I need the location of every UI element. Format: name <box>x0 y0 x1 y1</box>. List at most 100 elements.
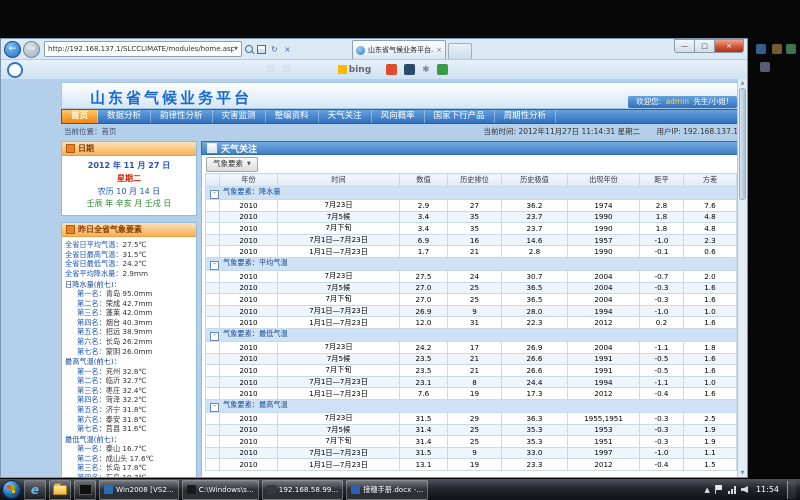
close-button[interactable]: × <box>715 39 744 53</box>
collapse-icon[interactable]: - <box>210 261 219 270</box>
table-row[interactable]: 20107月5候27.02536.52004-0.31.6 <box>206 282 737 294</box>
minimize-button[interactable]: — <box>674 39 695 53</box>
cell-1: 7月1日—7月23日 <box>278 376 400 388</box>
element-filter-button[interactable]: 气象要素 ▼ <box>206 157 258 172</box>
tray-up-icon[interactable]: ▲ <box>705 486 710 494</box>
column-header-5: 出现年份 <box>568 174 640 187</box>
network-icon[interactable] <box>728 486 736 494</box>
summary-line: 全省日平均气温：27.5℃ <box>65 240 193 250</box>
mail-icon-2[interactable]: ✉ <box>282 64 290 75</box>
gear-icon[interactable]: ✱ <box>422 65 430 75</box>
speaker-icon[interactable] <box>741 486 748 493</box>
mail-icon[interactable]: ✉ <box>266 64 274 75</box>
table-row[interactable]: 20101月1日—7月23日13.11923.32012-0.41.5 <box>206 459 737 471</box>
tab-close-icon[interactable]: × <box>436 46 442 54</box>
nav-item-7[interactable]: 国家下行产品 <box>425 110 495 123</box>
collapse-icon[interactable]: - <box>210 332 219 341</box>
scroll-down-icon[interactable]: ▼ <box>738 470 747 476</box>
table-row[interactable]: 20107月23日24.21726.92004-1.11.8 <box>206 341 737 353</box>
address-dropdown-icon[interactable]: ▼ <box>234 46 238 52</box>
table-row[interactable]: 20107月下旬27.02536.52004-0.31.6 <box>206 294 737 306</box>
refresh-button[interactable]: ↻ <box>268 42 281 56</box>
nav-item-4[interactable]: 整编资料 <box>266 110 319 123</box>
cell-2: 23.5 <box>400 365 448 377</box>
desktop-shortcut-icon-4[interactable] <box>760 62 770 72</box>
start-button[interactable] <box>2 480 21 499</box>
table-row[interactable]: 20101月1日—7月23日1.7212.81990-0.10.6 <box>206 246 737 258</box>
table-row[interactable]: 20107月5候3.43523.719901.84.8 <box>206 211 737 223</box>
taskbar-button-3[interactable]: 接穗手册.docx -... <box>346 480 428 500</box>
weather-panel-body: 全省日平均气温：27.5℃全省日最高气温：31.5℃全省日最低气温：24.2℃全… <box>62 237 196 477</box>
address-bar[interactable]: http://192.168.137.1/SLCCLIMATE/modules/… <box>44 41 242 57</box>
table-row[interactable]: 20107月1日—7月23日31.5933.01997-1.01.1 <box>206 447 737 459</box>
new-tab-button[interactable] <box>448 43 472 59</box>
browser-tab-active[interactable]: 山东省气候业务平台... × <box>352 40 446 59</box>
url-text[interactable]: http://192.168.137.1/SLCCLIMATE/modules/… <box>48 45 234 53</box>
table-row[interactable]: 20107月23日2.92736.219742.87.6 <box>206 200 737 212</box>
desktop-shortcut-icon-1[interactable] <box>756 44 766 54</box>
taskbar-explorer-button[interactable] <box>49 480 71 500</box>
nav-item-6[interactable]: 风向概率 <box>372 110 425 123</box>
search-button[interactable] <box>242 42 255 56</box>
scroll-up-icon[interactable]: ▲ <box>738 80 747 86</box>
table-row[interactable]: 20107月下旬3.43523.719901.84.8 <box>206 223 737 235</box>
nav-item-3[interactable]: 灾害监测 <box>213 110 266 123</box>
taskbar-button-1[interactable]: C:\Windows\s... <box>182 480 259 500</box>
table-row[interactable]: 20107月5候31.42535.31953-0.31.9 <box>206 424 737 436</box>
rank-value: 成山头 17.6℃ <box>106 454 154 463</box>
table-row[interactable]: 20107月1日—7月23日26.9928.01994-1.01.0 <box>206 305 737 317</box>
app-icon-green[interactable] <box>437 64 448 75</box>
table-section-row[interactable]: -气象要素：最低气温 <box>206 328 737 341</box>
cell-6: 1.8 <box>640 223 684 235</box>
table-row[interactable]: 20107月1日—7月23日6.91614.61957-1.02.3 <box>206 234 737 246</box>
nav-item-2[interactable]: 韵律性分析 <box>151 110 213 123</box>
cell-7: 4.8 <box>684 223 737 235</box>
table-row[interactable]: 20101月1日—7月23日12.03122.320120.21.6 <box>206 317 737 329</box>
task-button-icon <box>267 485 276 494</box>
table-row[interactable]: 20107月23日27.52430.72004-0.72.0 <box>206 270 737 282</box>
page-scrollbar[interactable]: ▲ ▼ <box>737 79 747 477</box>
collapse-icon[interactable]: - <box>210 190 219 199</box>
cell-4: 14.6 <box>502 234 568 246</box>
bing-shortcut[interactable]: bing <box>338 65 371 75</box>
table-row[interactable]: 20101月1日—7月23日7.61917.32012-0.41.6 <box>206 388 737 400</box>
forward-button[interactable]: → <box>23 41 40 58</box>
row-lead-cell <box>206 211 220 223</box>
table-row[interactable]: 20107月23日31.52936.31955,1951-0.32.5 <box>206 412 737 424</box>
compatibility-button[interactable] <box>255 42 268 56</box>
taskbar-terminal-button[interactable] <box>74 480 96 500</box>
cell-0: 2010 <box>220 200 278 212</box>
table-row[interactable]: 20107月下旬23.52126.61991-0.51.6 <box>206 365 737 377</box>
nav-item-5[interactable]: 天气关注 <box>319 110 372 123</box>
action-center-flag-icon[interactable] <box>715 485 723 494</box>
collapse-icon[interactable]: - <box>210 403 219 412</box>
desktop-shortcut-icon-3[interactable] <box>786 44 796 54</box>
toolbar-logo-icon[interactable] <box>7 62 23 78</box>
row-lead-cell <box>206 294 220 306</box>
taskbar-button-2[interactable]: 192.168.58.99... <box>262 480 343 500</box>
nav-item-0[interactable]: 首页 <box>62 110 98 123</box>
table-section-row[interactable]: -气象要素：降水量 <box>206 187 737 200</box>
table-row[interactable]: 20107月下旬31.42535.31951-0.31.9 <box>206 436 737 448</box>
table-section-row[interactable]: -气象要素：平均气温 <box>206 257 737 270</box>
stop-button[interactable]: × <box>281 42 294 56</box>
desktop-shortcut-icon-2[interactable] <box>772 44 782 54</box>
table-section-row[interactable]: -气象要素：最高气温 <box>206 399 737 412</box>
rank-label: 第三名： <box>77 463 106 472</box>
cell-5: 2004 <box>568 294 640 306</box>
table-row[interactable]: 20107月1日—7月23日23.1824.41994-1.11.0 <box>206 376 737 388</box>
taskbar-ie-button[interactable]: e <box>24 480 46 500</box>
taskbar-button-0[interactable]: Win2008 [VS2... <box>99 480 179 500</box>
app-icon-dark[interactable] <box>404 64 415 75</box>
cell-7: 1.6 <box>684 294 737 306</box>
nav-item-8[interactable]: 周期性分析 <box>495 110 557 123</box>
scrollbar-thumb[interactable] <box>739 88 746 200</box>
taskbar-clock[interactable]: 11:54 <box>756 485 779 494</box>
show-desktop-button[interactable] <box>787 481 796 499</box>
maximize-button[interactable]: □ <box>695 39 715 53</box>
back-button[interactable]: ← <box>4 41 21 58</box>
app-icon-red[interactable] <box>386 64 397 75</box>
table-row[interactable]: 20107月5候23.52126.61991-0.51.6 <box>206 353 737 365</box>
date-panel-body: 2012 年 11 月 27 日 星期二 农历 10 月 14 日 壬辰 年 辛… <box>62 156 196 215</box>
nav-item-1[interactable]: 数据分析 <box>98 110 151 123</box>
